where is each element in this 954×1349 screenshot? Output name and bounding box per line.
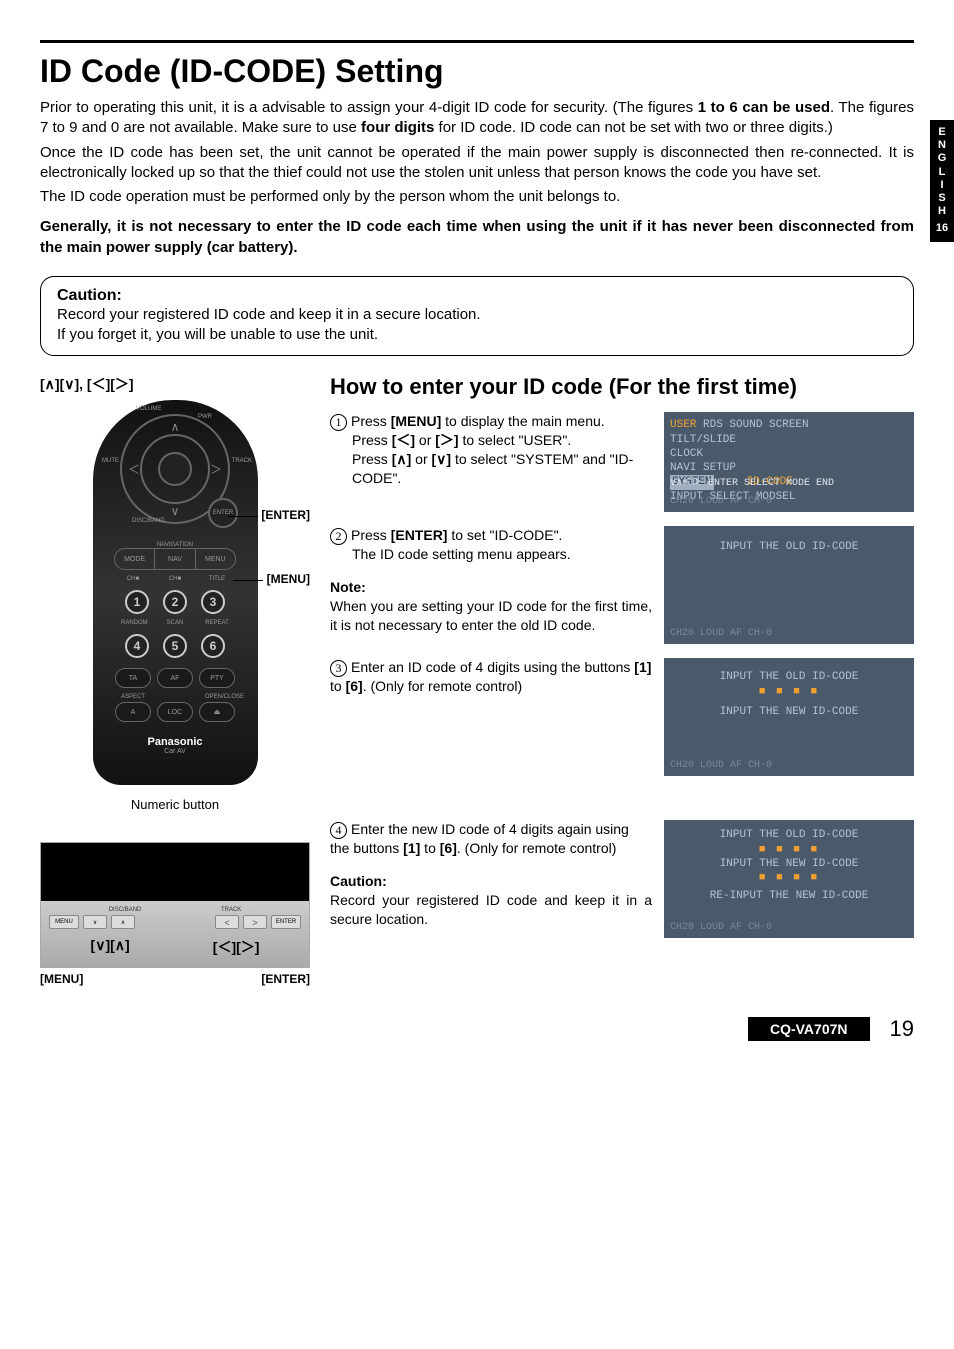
howto-heading: How to enter your ID code (For the first… [330, 374, 914, 400]
intro-p2: Once the ID code has been set, the unit … [40, 143, 914, 184]
enter-callout: [ENTER] [228, 508, 310, 522]
step-4-text: 4Enter the new ID code of 4 digits again… [330, 820, 652, 938]
mute-label: MUTE [102, 458, 119, 464]
num-6-button: 6 [201, 634, 225, 658]
head-unit-button-row: MENU ∨ ∧ ＜ ＞ ENTER [49, 915, 301, 929]
screen-1: USER RDS SOUND SCREEN TILT/SLIDE CLOCK N… [664, 412, 914, 512]
af-button: AF [157, 668, 193, 688]
remote-num-row-1: 1 2 3 [93, 590, 258, 614]
side-page-number: 16 [933, 222, 951, 235]
model-number: CQ-VA707N [748, 1017, 870, 1041]
intro-p1: Prior to operating this unit, it is a ad… [40, 98, 914, 139]
side-lang: ENGLISH [933, 126, 951, 218]
caution-box-top: Caution: Record your registered ID code … [40, 276, 914, 357]
num-2-button: 2 [163, 590, 187, 614]
caution-title: Caution: [57, 287, 897, 305]
head-unit-top-labels: DISC/BANDTRACK [49, 907, 301, 913]
page-number: 19 [890, 1016, 914, 1042]
pwr-label: PWR [198, 414, 212, 420]
step-4-row: 4Enter the new ID code of 4 digits again… [330, 820, 914, 938]
note-body: When you are setting your ID code for th… [330, 597, 652, 635]
navigation-label: NAVIGATION [93, 542, 258, 548]
remote-row3-labels: ASPECT OPEN/CLOSE [93, 694, 258, 700]
head-down-btn: ∨ [83, 915, 107, 929]
num-3-button: 3 [201, 590, 225, 614]
brand-label: Panasonic [93, 736, 258, 748]
head-left-btn: ＜ [215, 915, 239, 929]
num-4-button: 4 [125, 634, 149, 658]
intro-p3: The ID code operation must be performed … [40, 187, 914, 207]
remote-row2-labels: RANDOM SCAN REPEAT [93, 620, 258, 626]
remote-control-illustration: ∧ ∨ ＜ ＞ PWR MUTE TRACK DISC/BAND VOLUME … [93, 400, 258, 785]
left-column: [∧][∨], [＜][＞] ∧ ∨ ＜ ＞ PWR MUTE TRACK DI… [40, 374, 310, 986]
nav-button: NAV [155, 549, 195, 569]
brand-sub-label: Car AV [93, 748, 258, 755]
head-enter-btn: ENTER [271, 915, 301, 929]
intro-p4: Generally, it is not necessary to enter … [40, 217, 914, 258]
head-right-btn: ＞ [243, 915, 267, 929]
dpad-right-icon: ＞ [210, 461, 222, 478]
head-unit-bottom-labels: [MENU] [ENTER] [40, 972, 310, 986]
menu-callout: [MENU] [233, 572, 310, 586]
remote-nav-group: MODE NAV MENU [114, 548, 236, 570]
discband-label: DISC/BAND [132, 518, 165, 524]
caution-body-2: If you forget it, you will be unable to … [57, 325, 897, 345]
numeric-button-caption: Numeric button [40, 797, 310, 812]
arrow-keys-label: [∧][∨], [＜][＞] [40, 374, 310, 394]
a-button: A [115, 702, 151, 722]
two-column-layout: [∧][∨], [＜][＞] ∧ ∨ ＜ ＞ PWR MUTE TRACK DI… [40, 374, 914, 986]
step-3-row: 3Enter an ID code of 4 digits using the … [330, 658, 914, 776]
volume-label: VOLUME [136, 406, 161, 412]
head-unit-illustration: DISC/BANDTRACK MENU ∨ ∧ ＜ ＞ ENTER [∨][∧]… [40, 842, 310, 968]
page-footer: CQ-VA707N 19 [40, 1016, 914, 1042]
eject-button: ⏏ [199, 702, 235, 722]
track-label: TRACK [232, 458, 252, 464]
head-up-btn: ∧ [111, 915, 135, 929]
pty-button: PTY [199, 668, 235, 688]
ta-button: TA [115, 668, 151, 688]
num-1-button: 1 [125, 590, 149, 614]
remote-dpad: ∧ ∨ ＜ ＞ PWR MUTE TRACK DISC/BAND VOLUME … [120, 414, 230, 524]
caution-body-1: Record your registered ID code and keep … [57, 305, 897, 325]
top-rule [40, 40, 914, 43]
remote-num-row-2: 4 5 6 [93, 634, 258, 658]
dpad-up-icon: ∧ [171, 420, 180, 434]
menu-button: MENU [196, 549, 235, 569]
dpad-down-icon: ∨ [171, 504, 180, 518]
page-title: ID Code (ID-CODE) Setting [40, 53, 914, 90]
side-language-tab: ENGLISH 16 [930, 120, 954, 242]
note-title: Note: [330, 578, 652, 597]
step-3-text: 3Enter an ID code of 4 digits using the … [330, 658, 652, 776]
step-2-row: 2Press [ENTER] to set "ID-CODE". The ID … [330, 526, 914, 644]
caution2-title: Caution: [330, 872, 652, 891]
step-1-text: 1Press [MENU] to display the main menu. … [330, 412, 652, 512]
remote-illustration-wrap: ∧ ∨ ＜ ＞ PWR MUTE TRACK DISC/BAND VOLUME … [40, 400, 310, 785]
screen-4: INPUT THE OLD ID-CODE ■ ■ ■ ■ INPUT THE … [664, 820, 914, 938]
remote-oval-row-2: A LOC ⏏ [93, 702, 258, 722]
step-1-row: 1Press [MENU] to display the main menu. … [330, 412, 914, 512]
head-unit-screen [41, 843, 309, 901]
num-5-button: 5 [163, 634, 187, 658]
screen-2: INPUT THE OLD ID-CODE CH20 LOUD AF CH-0 [664, 526, 914, 644]
dpad-left-icon: ＜ [128, 461, 140, 478]
loc-button: LOC [157, 702, 193, 722]
head-unit-panel: DISC/BANDTRACK MENU ∨ ∧ ＜ ＞ ENTER [∨][∧]… [41, 901, 309, 967]
head-menu-btn: MENU [49, 915, 79, 929]
remote-oval-row-1: TA AF PTY [93, 668, 258, 688]
screen-3: INPUT THE OLD ID-CODE ■ ■ ■ ■ INPUT THE … [664, 658, 914, 776]
intro-block: Prior to operating this unit, it is a ad… [40, 98, 914, 258]
right-column: How to enter your ID code (For the first… [330, 374, 914, 986]
mode-button: MODE [115, 549, 155, 569]
head-unit-arrow-labels: [∨][∧] [＜][＞] [49, 937, 301, 957]
step-2-text: 2Press [ENTER] to set "ID-CODE". The ID … [330, 526, 652, 644]
caution2-body: Record your registered ID code and keep … [330, 891, 652, 929]
